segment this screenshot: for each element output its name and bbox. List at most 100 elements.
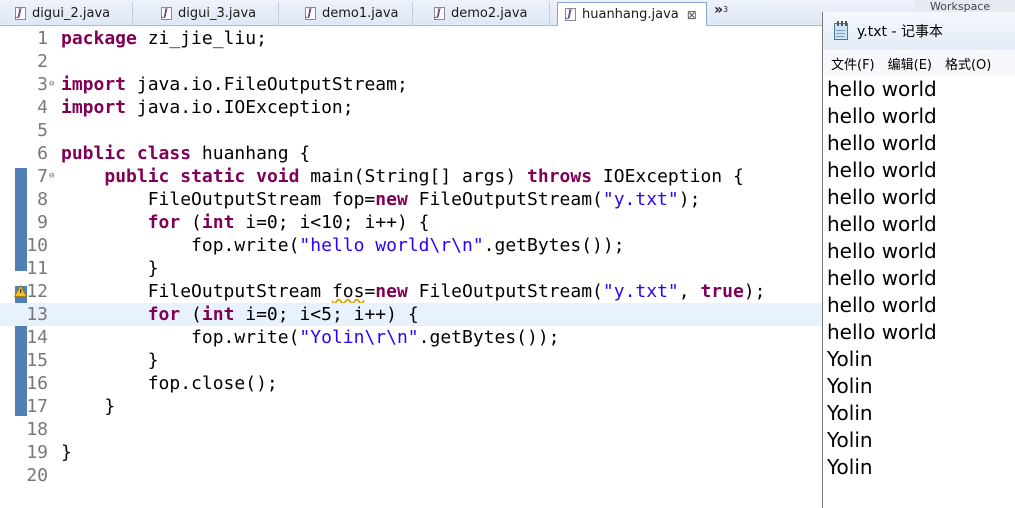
code-line[interactable]: 1 package zi_jie_liu; — [0, 27, 822, 50]
string-token: "y.txt" — [602, 189, 679, 210]
code-token: i=0; i<10; i++) { — [234, 212, 430, 233]
notepad-text-line: hello world — [827, 158, 937, 182]
keyword-token: new — [375, 189, 408, 210]
line-number: 19 — [26, 442, 48, 463]
code-token: ( — [180, 304, 202, 325]
keyword-token: true — [700, 281, 744, 302]
tab-label: digui_2.java — [32, 6, 111, 21]
code-line[interactable]: 9 for (int i=0; i<10; i++) { — [0, 211, 822, 234]
keyword-token: public — [104, 166, 170, 187]
code-line[interactable]: 4 import java.io.IOException; — [0, 96, 822, 119]
code-line[interactable]: 14 fop.write("Yolin\r\n".getBytes()); — [0, 326, 822, 349]
code-line[interactable]: 11 } — [0, 257, 822, 280]
code-token: } — [61, 350, 159, 371]
keyword-token: package — [61, 28, 137, 49]
code-token: main(String[] args) — [299, 166, 528, 187]
hidden-tab-count: 3 — [723, 5, 729, 14]
notepad-icon — [833, 21, 850, 41]
code-line[interactable]: 10 fop.write("hello world\r\n".getBytes(… — [0, 234, 822, 257]
string-token: "y.txt" — [602, 281, 679, 302]
code-text: for (int i=0; i<5; i++) { — [61, 303, 419, 326]
notepad-window: y.txt - 记事本 文件(F) 编辑(E) 格式(O) hello worl… — [822, 12, 1015, 508]
menu-format[interactable]: 格式(O) — [945, 54, 991, 73]
line-number: 16 — [26, 373, 48, 394]
notepad-text-line: Yolin — [827, 347, 873, 371]
code-text: fop.write("hello world\r\n".getBytes()); — [61, 234, 625, 257]
tab-digui-3[interactable]: J digui_3.java — [154, 2, 279, 25]
tab-label: demo2.java — [451, 6, 528, 21]
code-line[interactable]: 13 for (int i=0; i<5; i++) { — [0, 303, 822, 326]
fold-collapse-icon[interactable]: ⊖ — [49, 171, 54, 181]
notepad-text-line: Yolin — [827, 374, 873, 398]
notepad-text-line: hello world — [827, 293, 937, 317]
line-number: 20 — [26, 465, 48, 486]
line-number: 13 — [26, 304, 48, 325]
warning-icon[interactable] — [14, 285, 27, 297]
tab-overflow-button[interactable]: » 3 — [714, 2, 728, 24]
string-token: "Yolin\r\n" — [299, 327, 419, 348]
code-text: } — [61, 349, 159, 372]
line-number: 17 — [26, 396, 48, 417]
notepad-text-area[interactable]: hello world hello world hello world hello w… — [827, 76, 1015, 481]
tab-digui-2[interactable]: J digui_2.java — [8, 2, 133, 25]
code-token: FileOutputStream fop= — [61, 189, 376, 210]
code-line[interactable]: 6 public class huanhang { — [0, 142, 822, 165]
line-number: 14 — [26, 327, 48, 348]
code-token: FileOutputStream — [61, 281, 332, 302]
notepad-text-line: hello world — [827, 212, 937, 236]
java-file-icon: J — [304, 6, 318, 21]
code-token: i=0; i<5; i++) { — [234, 304, 419, 325]
code-token: fop.close(); — [61, 373, 278, 394]
code-token: } — [61, 396, 116, 417]
line-number: 2 — [37, 51, 48, 72]
code-token: } — [61, 258, 159, 279]
code-text: for (int i=0; i<10; i++) { — [61, 211, 430, 234]
code-token: fop.write( — [61, 235, 300, 256]
keyword-token: new — [375, 281, 408, 302]
code-token: ); — [743, 281, 766, 302]
line-number: 18 — [26, 419, 48, 440]
line-number: 4 — [37, 97, 48, 118]
java-file-icon: J — [14, 6, 28, 21]
code-text: } — [61, 441, 72, 464]
code-line[interactable]: 8 FileOutputStream fop=new FileOutputStr… — [0, 188, 822, 211]
window-title: y.txt - 记事本 — [857, 24, 943, 40]
code-text: public static void main(String[] args) t… — [61, 165, 743, 188]
code-line[interactable]: 12 FileOutputStream fos=new FileOutputSt… — [0, 280, 822, 303]
keyword-token: import — [61, 97, 127, 118]
notepad-title-bar[interactable]: y.txt - 记事本 — [823, 12, 1015, 50]
code-line[interactable]: 2 — [0, 50, 822, 73]
code-text: FileOutputStream fos=new FileOutputStrea… — [61, 280, 766, 303]
notepad-text-line: hello world — [827, 320, 937, 344]
close-tab-icon[interactable]: ⊠ — [687, 8, 697, 22]
code-editor[interactable]: 1 package zi_jie_liu; 2 3 ⊖ import java.io.Fi… — [0, 26, 822, 508]
code-line[interactable]: 7 ⊖ public static void main(String[] args… — [0, 165, 822, 188]
keyword-token: import — [61, 74, 127, 95]
line-number: 7 — [37, 166, 48, 187]
notepad-text-line: hello world — [827, 104, 937, 128]
menu-file[interactable]: 文件(F) — [831, 54, 875, 73]
tab-huanhang[interactable]: J huanhang.java ⊠ — [557, 2, 707, 26]
code-line[interactable]: 20 — [0, 464, 822, 487]
code-line[interactable]: 19} — [0, 441, 822, 464]
code-line[interactable]: 17 } — [0, 395, 822, 418]
tab-demo2[interactable]: J demo2.java — [427, 2, 550, 25]
keyword-token: class — [136, 143, 192, 164]
code-line[interactable]: 3 ⊖ import java.io.FileOutputStream; — [0, 73, 822, 96]
tab-demo1[interactable]: J demo1.java — [298, 2, 413, 25]
notepad-text-line: hello world — [827, 266, 937, 290]
keyword-token: public — [61, 143, 127, 164]
code-line[interactable]: 15 } — [0, 349, 822, 372]
code-line[interactable]: 16 fop.close(); — [0, 372, 822, 395]
code-line[interactable]: 18 — [0, 418, 822, 441]
code-text: FileOutputStream fop=new FileOutputStrea… — [61, 188, 701, 211]
keyword-token: int — [201, 212, 235, 233]
code-token: FileOutputStream( — [407, 189, 603, 210]
menu-edit[interactable]: 编辑(E) — [888, 54, 932, 73]
fold-collapse-icon[interactable]: ⊖ — [49, 79, 54, 89]
code-text: package zi_jie_liu; — [61, 27, 267, 50]
keyword-token: for — [147, 212, 181, 233]
code-line[interactable]: 5 — [0, 119, 822, 142]
code-text: public class huanhang { — [61, 142, 310, 165]
